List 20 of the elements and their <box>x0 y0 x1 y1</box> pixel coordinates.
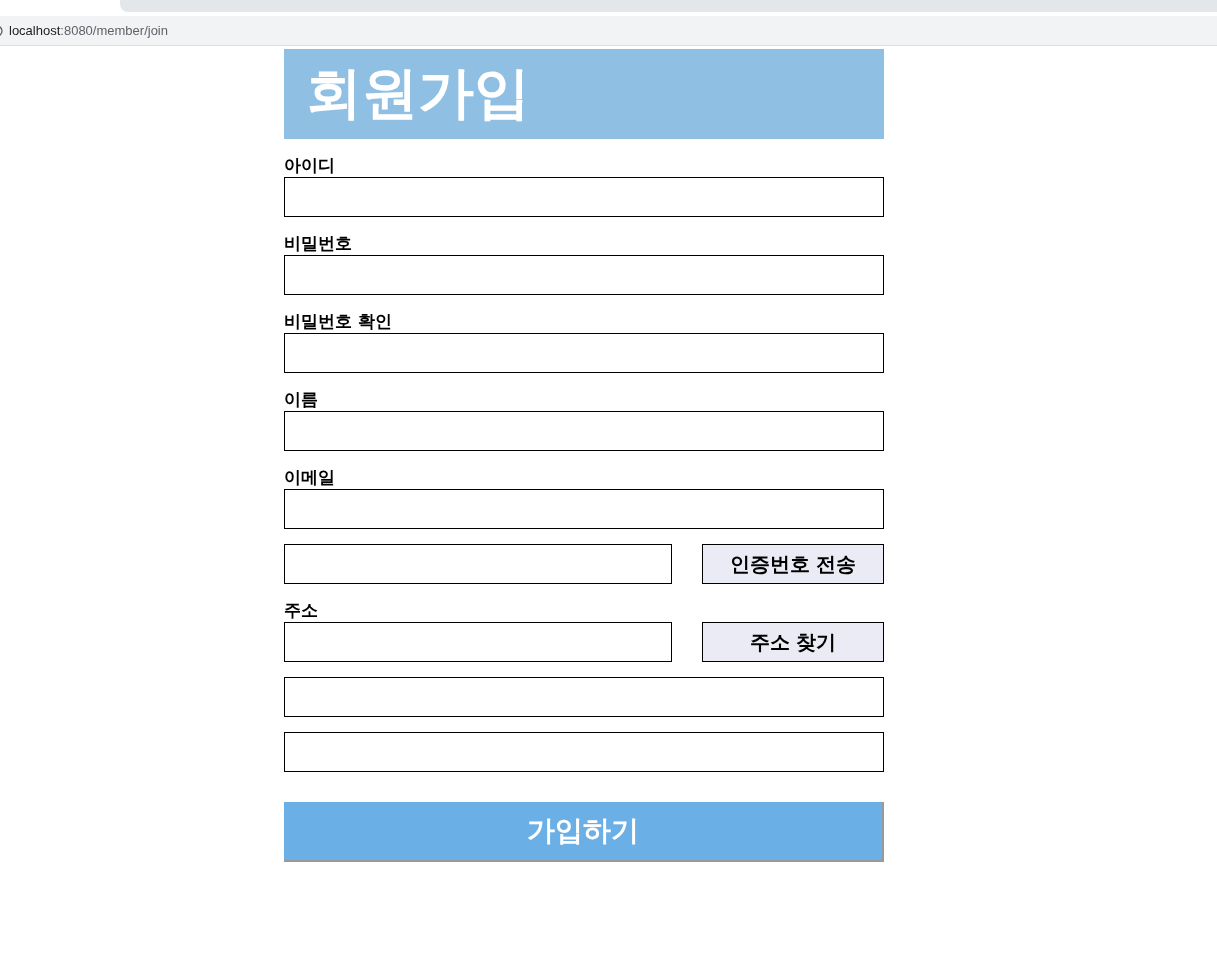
input-field[interactable] <box>284 489 884 529</box>
field-label: 이메일 <box>284 466 336 489</box>
address-bar[interactable]: localhost:8080/member/join <box>0 16 1217 46</box>
side-button[interactable]: 주소 찾기 <box>702 622 884 662</box>
side-button[interactable]: 인증번호 전송 <box>702 544 884 584</box>
input-field[interactable] <box>284 255 884 295</box>
input-field[interactable] <box>284 677 884 717</box>
url-text: localhost:8080/member/join <box>9 23 168 38</box>
field-label: 주소 <box>284 599 319 622</box>
input-field[interactable] <box>284 732 884 772</box>
field-label: 비밀번호 <box>284 232 353 255</box>
input-field[interactable] <box>284 411 884 451</box>
field-label: 아이디 <box>284 154 336 177</box>
page-title: 회원가입 <box>306 59 530 127</box>
input-field[interactable] <box>284 177 884 217</box>
field-label: 비밀번호 확인 <box>284 310 393 333</box>
input-field[interactable] <box>284 333 884 373</box>
field-label: 이름 <box>284 388 319 411</box>
input-field[interactable] <box>284 544 672 584</box>
input-field[interactable] <box>284 622 672 662</box>
